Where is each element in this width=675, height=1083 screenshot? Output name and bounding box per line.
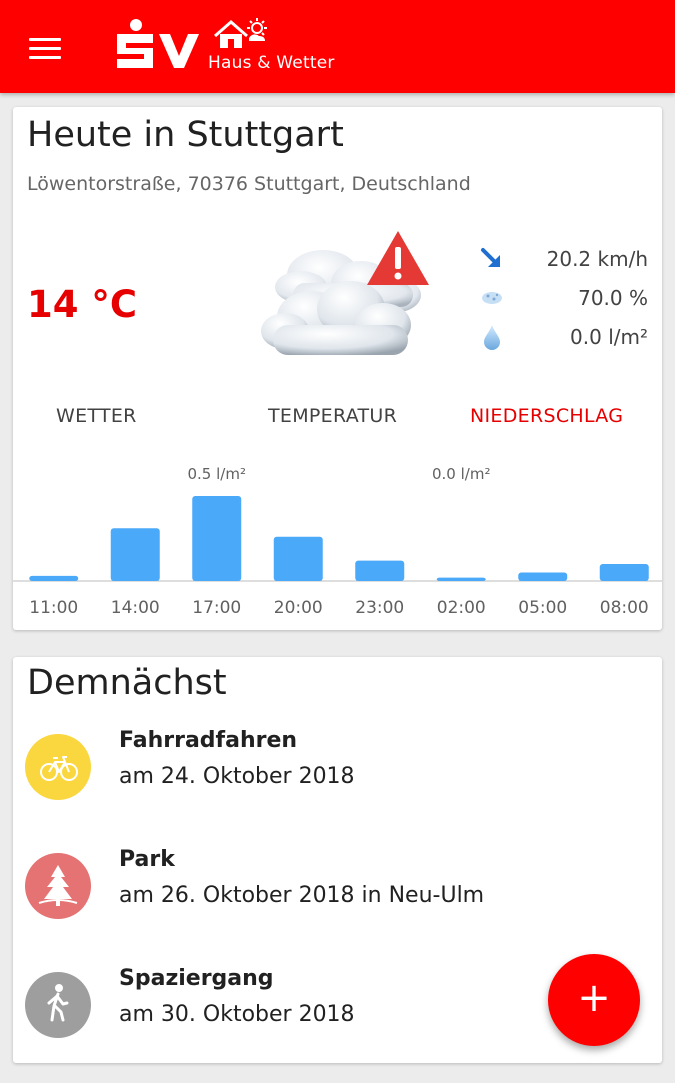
tab-niederschlag[interactable]: NIEDERSCHLAG (470, 405, 623, 427)
precipitation-chart: 11:00 14:00 17:00 20:00 23:00 02:00 05:00 08:00… (13, 465, 662, 618)
event-date: am 24. Oktober 2018 (119, 764, 355, 789)
location-address: Löwentorstraße, 70376 Stuttgart, Deutsch… (27, 173, 471, 195)
event-name: Spaziergang (119, 966, 274, 991)
event-name: Fahrradfahren (119, 728, 298, 753)
event-avatar (25, 972, 91, 1038)
precipitation-value: 0.0 l/m² (570, 325, 648, 349)
cloudy-with-warning-icon (261, 231, 429, 355)
chart-bar-1100 (29, 575, 79, 581)
chart-tick-label: 14:00 (111, 598, 160, 618)
today-card: Heute in Stuttgart Löwentorstraße, 70376… (13, 107, 662, 630)
sv-logo: Haus & Wetter (113, 16, 353, 78)
chart-bar-0800 (599, 564, 649, 581)
walking-person-icon (47, 984, 69, 1022)
chart-bar-1400 (110, 528, 160, 581)
event-date: am 30. Oktober 2018 (119, 1002, 355, 1027)
chart-data-label: 0.0 l/m² (432, 465, 490, 483)
chart-data-label: 0.5 l/m² (188, 465, 246, 483)
chart-tick-label: 08:00 (600, 598, 649, 618)
upcoming-title: Demnächst (27, 663, 227, 703)
event-name: Park (119, 847, 175, 872)
tab-temperatur[interactable]: TEMPERATUR (268, 405, 397, 427)
humidity-icon (482, 292, 502, 304)
wind-direction-icon (481, 248, 500, 267)
chart-bar-1700 (192, 496, 242, 581)
page-title: Heute in Stuttgart (27, 115, 344, 155)
chart-bar-0200 (436, 577, 486, 581)
app-bar: Haus & Wetter (0, 0, 675, 93)
wind-metric: 20.2 km/h (478, 245, 648, 275)
bicycle-icon (40, 756, 78, 781)
house-sun-icon (214, 18, 267, 48)
chart-tick-label: 05:00 (518, 598, 567, 618)
chart-tick-label: 02:00 (437, 598, 486, 618)
list-item[interactable]: Fahrradfahren am 24. Oktober 2018 (25, 728, 645, 814)
chart-bar-2300 (355, 560, 405, 581)
humidity-value: 70.0 % (578, 286, 648, 310)
precipitation-metric: 0.0 l/m² (478, 323, 648, 353)
tree-icon (38, 865, 78, 906)
chart-tick-label: 23:00 (355, 598, 404, 618)
event-date: am 26. Oktober 2018 in Neu-Ulm (119, 883, 485, 908)
current-temperature: 14 °C (27, 283, 138, 326)
sv-logo-mark (117, 19, 199, 68)
chart-tick-label: 17:00 (192, 598, 241, 618)
chart-bar-2000 (273, 536, 323, 581)
list-item[interactable]: Park am 26. Oktober 2018 in Neu-Ulm (25, 847, 645, 933)
tab-wetter[interactable]: WETTER (56, 405, 137, 427)
raindrop-icon (484, 325, 500, 350)
chart-bar-0500 (518, 572, 568, 581)
hamburger-icon[interactable] (29, 38, 63, 60)
event-avatar (25, 734, 91, 800)
add-event-button[interactable]: + (548, 954, 640, 1046)
chart-tick-label: 11:00 (29, 598, 78, 618)
wind-value: 20.2 km/h (546, 247, 648, 271)
event-avatar (25, 853, 91, 919)
humidity-metric: 70.0 % (478, 284, 648, 314)
brand-subtitle: Haus & Wetter (208, 53, 335, 73)
chart-tick-label: 20:00 (274, 598, 323, 618)
